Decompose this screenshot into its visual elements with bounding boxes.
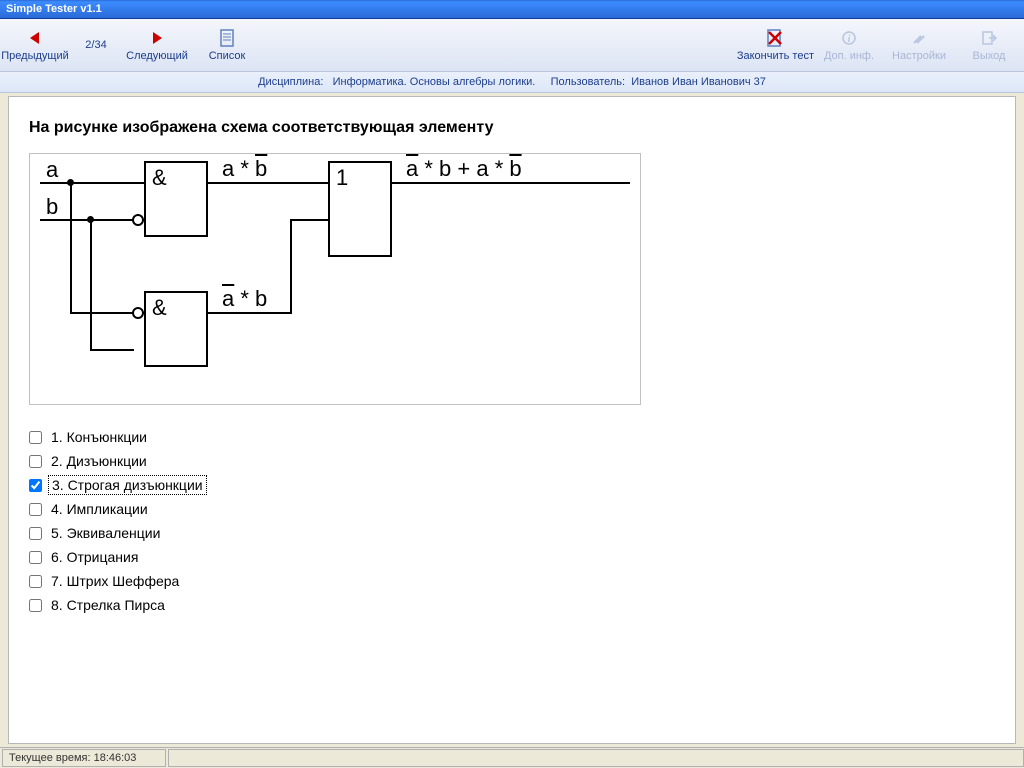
answer-text: 4. Импликации — [48, 500, 151, 518]
user-value: Иванов Иван Иванович 37 — [631, 76, 766, 88]
answer-checkbox[interactable] — [29, 527, 42, 540]
answer-option-8[interactable]: 8. Стрелка Пирса — [29, 593, 995, 617]
answer-text: 2. Дизъюнкции — [48, 452, 150, 470]
answer-text: 5. Эквиваленции — [48, 524, 163, 542]
discipline-label: Дисциплина: — [258, 76, 323, 88]
question-text: На рисунке изображена схема соответствую… — [29, 119, 995, 137]
svg-text:i: i — [848, 34, 851, 45]
discipline-value: Информатика. Основы алгебры логики. — [333, 76, 536, 88]
answer-text: 6. Отрицания — [48, 548, 141, 566]
answer-checkbox[interactable] — [29, 479, 42, 492]
next-label: Следующий — [126, 50, 188, 62]
document-icon — [217, 28, 237, 48]
output-label: a * b + a * b — [406, 156, 522, 182]
answer-option-6[interactable]: 6. Отрицания — [29, 545, 995, 569]
answers-list: 1. Конъюнкции 2. Дизъюнкции 3. Строгая диз… — [29, 425, 995, 617]
finish-icon — [765, 28, 785, 48]
logic-diagram: a b & & a * — [29, 153, 641, 405]
answer-option-2[interactable]: 2. Дизъюнкции — [29, 449, 995, 473]
answer-checkbox[interactable] — [29, 503, 42, 516]
input-b-label: b — [46, 194, 58, 220]
window-title: Simple Tester v1.1 — [6, 3, 102, 15]
info-button: i Доп. инф. — [814, 19, 884, 71]
settings-label: Настройки — [892, 50, 946, 62]
answer-text: 8. Стрелка Пирса — [48, 596, 168, 614]
answer-text: 7. Штрих Шеффера — [48, 572, 182, 590]
tools-icon — [909, 28, 929, 48]
window-titlebar: Simple Tester v1.1 — [0, 0, 1024, 19]
exit-label: Выход — [973, 50, 1006, 62]
answer-option-5[interactable]: 5. Эквиваленции — [29, 521, 995, 545]
answer-checkbox[interactable] — [29, 455, 42, 468]
arrow-right-icon — [147, 28, 167, 48]
question-counter: 2/34 — [70, 39, 122, 51]
prev-button[interactable]: Предыдущий — [0, 19, 70, 71]
answer-text: 1. Конъюнкции — [48, 428, 150, 446]
gate1-output-label: a * b — [222, 156, 267, 182]
gate2-symbol: & — [152, 295, 167, 321]
info-icon: i — [839, 28, 859, 48]
finish-label: Закончить тест — [737, 50, 814, 62]
input-a-label: a — [46, 157, 58, 183]
user-label: Пользователь: — [551, 76, 625, 88]
gate1-symbol: & — [152, 165, 167, 191]
gate3-symbol: 1 — [336, 165, 348, 191]
content-area: На рисунке изображена схема соответствую… — [8, 96, 1016, 744]
answer-checkbox[interactable] — [29, 599, 42, 612]
answer-option-7[interactable]: 7. Штрих Шеффера — [29, 569, 995, 593]
status-bar: Текущее время: 18:46:03 — [0, 747, 1024, 768]
next-button[interactable]: Следующий — [122, 19, 192, 71]
toolbar: Предыдущий 2/34 Следующий Список Закончи… — [0, 19, 1024, 72]
exit-button: Выход — [954, 19, 1024, 71]
finish-button[interactable]: Закончить тест — [737, 19, 814, 71]
list-button[interactable]: Список — [192, 19, 262, 71]
settings-button: Настройки — [884, 19, 954, 71]
gate2-output-label: a * b — [222, 286, 267, 312]
answer-checkbox[interactable] — [29, 575, 42, 588]
answer-text: 3. Строгая дизъюнкции — [48, 475, 207, 495]
info-bar: Дисциплина: Информатика. Основы алгебры … — [0, 72, 1024, 93]
list-label: Список — [209, 50, 246, 62]
arrow-left-icon — [25, 28, 45, 48]
status-time: Текущее время: 18:46:03 — [2, 749, 166, 767]
exit-icon — [979, 28, 999, 48]
info-label: Доп. инф. — [824, 50, 874, 62]
answer-option-1[interactable]: 1. Конъюнкции — [29, 425, 995, 449]
answer-checkbox[interactable] — [29, 431, 42, 444]
answer-option-3[interactable]: 3. Строгая дизъюнкции — [29, 473, 995, 497]
answer-checkbox[interactable] — [29, 551, 42, 564]
prev-label: Предыдущий — [1, 50, 68, 62]
status-empty — [168, 749, 1024, 767]
answer-option-4[interactable]: 4. Импликации — [29, 497, 995, 521]
